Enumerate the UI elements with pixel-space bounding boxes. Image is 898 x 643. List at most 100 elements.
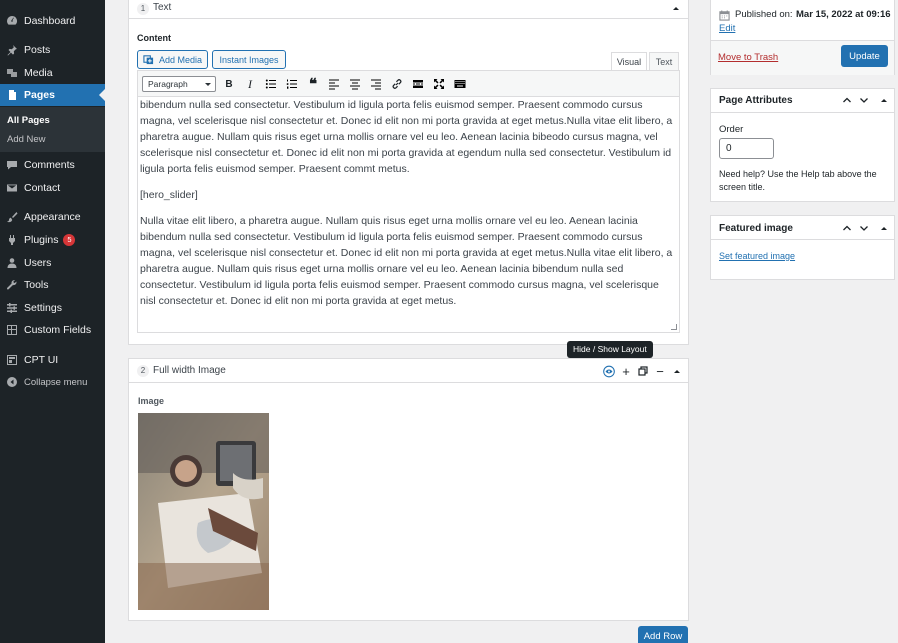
featured-image-box: Featured image Set featured image bbox=[710, 215, 895, 280]
media-add-icon bbox=[143, 54, 154, 65]
sidebar-item-tools[interactable]: Tools bbox=[0, 274, 105, 296]
add-icon[interactable]: + bbox=[620, 364, 632, 379]
chevron-up-icon[interactable] bbox=[842, 223, 852, 236]
row-number: 1 bbox=[137, 3, 149, 15]
order-label: Order bbox=[719, 124, 744, 135]
sidebar-item-label: CPT UI bbox=[24, 354, 59, 366]
move-to-trash-link[interactable]: Move to Trash bbox=[718, 52, 778, 63]
sidebar-item-label: Appearance bbox=[24, 211, 81, 223]
pages-icon bbox=[5, 89, 18, 102]
sidebar-item-label: Posts bbox=[24, 44, 51, 56]
chevron-down-icon[interactable] bbox=[859, 95, 869, 108]
sidebar-item-media[interactable]: Media bbox=[0, 62, 105, 84]
sidebar-item-pages[interactable]: Pages bbox=[0, 84, 105, 106]
publish-box: Published on: Mar 15, 2022 at 09:16 Edit… bbox=[710, 0, 895, 75]
bullet-list-icon[interactable] bbox=[264, 77, 278, 91]
row-number: 2 bbox=[137, 365, 149, 377]
collapse-icon bbox=[5, 376, 18, 389]
published-label: Published on: bbox=[735, 9, 793, 20]
sidebar-item-contact[interactable]: Contact bbox=[0, 177, 105, 199]
settings-icon bbox=[5, 302, 18, 315]
sidebar-item-users[interactable]: Users bbox=[0, 252, 105, 274]
box-header[interactable]: Page Attributes bbox=[711, 89, 894, 113]
sidebar-item-label: Comments bbox=[24, 159, 75, 171]
sidebar-item-cpt-ui[interactable]: CPT UI bbox=[0, 349, 105, 371]
bold-icon[interactable]: B bbox=[222, 77, 236, 91]
calendar-icon bbox=[719, 9, 730, 24]
toolbar-toggle-icon[interactable] bbox=[453, 77, 467, 91]
toggle-panel-icon[interactable] bbox=[881, 99, 887, 102]
editor-content[interactable]: bibendum nulla sed consectetur. Vestibul… bbox=[138, 97, 679, 320]
content-label: Content bbox=[137, 33, 171, 43]
update-count-badge: 5 bbox=[63, 234, 76, 246]
add-media-button[interactable]: Add Media bbox=[137, 50, 208, 69]
toggle-panel-icon[interactable] bbox=[881, 227, 887, 230]
tab-text[interactable]: Text bbox=[649, 52, 679, 71]
submenu-all-pages[interactable]: All Pages bbox=[7, 115, 50, 126]
sidebar-item-custom-fields[interactable]: Custom Fields bbox=[0, 319, 105, 341]
media-icon bbox=[5, 67, 18, 80]
editor-resize-handle[interactable] bbox=[671, 324, 677, 330]
brush-icon bbox=[5, 211, 18, 224]
tab-visual[interactable]: Visual bbox=[611, 52, 647, 71]
order-input[interactable]: 0 bbox=[719, 138, 774, 159]
users-icon bbox=[5, 257, 18, 270]
read-more-icon[interactable] bbox=[411, 77, 425, 91]
chevron-up-icon[interactable] bbox=[842, 95, 852, 108]
box-title: Featured image bbox=[719, 223, 793, 234]
collapse-row-icon[interactable] bbox=[673, 7, 679, 10]
hide-show-layout-tooltip: Hide / Show Layout bbox=[567, 341, 653, 362]
sidebar-item-comments[interactable]: Comments bbox=[0, 154, 105, 176]
sidebar-item-settings[interactable]: Settings bbox=[0, 297, 105, 319]
content-paragraph: bibendum nulla sed consectetur. Vestibul… bbox=[140, 99, 673, 175]
sidebar-item-appearance[interactable]: Appearance bbox=[0, 206, 105, 228]
set-featured-image-link[interactable]: Set featured image bbox=[719, 251, 795, 261]
sidebar-collapse-menu[interactable]: Collapse menu bbox=[0, 371, 105, 393]
update-button[interactable]: Update bbox=[841, 45, 888, 67]
duplicate-icon[interactable] bbox=[637, 365, 649, 377]
sidebar-item-label: Settings bbox=[24, 302, 62, 314]
sidebar-item-label: Media bbox=[24, 67, 53, 79]
instant-images-button[interactable]: Instant Images bbox=[212, 50, 286, 69]
edit-date-link[interactable]: Edit bbox=[719, 23, 735, 34]
sidebar-item-label: Pages bbox=[24, 89, 55, 101]
collapse-row-icon[interactable] bbox=[674, 370, 680, 373]
tinymce-editor: Paragraph B I ❝ bibendum nulla sed conse… bbox=[137, 70, 680, 333]
row-title: Full width Image bbox=[153, 365, 226, 376]
box-header[interactable]: Featured image bbox=[711, 216, 894, 240]
link-icon[interactable] bbox=[390, 77, 404, 91]
numbered-list-icon[interactable] bbox=[285, 77, 299, 91]
submenu-add-new[interactable]: Add New bbox=[7, 134, 46, 145]
align-right-icon[interactable] bbox=[369, 77, 383, 91]
image-thumbnail[interactable] bbox=[138, 413, 269, 610]
layout-row-full-width-image: 2 Full width Image + − Image bbox=[128, 358, 689, 621]
add-row-button[interactable]: Add Row bbox=[638, 626, 688, 643]
remove-icon[interactable]: − bbox=[654, 364, 666, 379]
italic-icon[interactable]: I bbox=[243, 77, 257, 91]
add-media-label: Add Media bbox=[158, 54, 203, 65]
comments-icon bbox=[5, 159, 18, 172]
format-select[interactable]: Paragraph bbox=[142, 76, 216, 92]
box-title: Page Attributes bbox=[719, 95, 793, 106]
sidebar-item-posts[interactable]: Posts bbox=[0, 39, 105, 61]
grid-icon bbox=[5, 324, 18, 337]
fullscreen-icon[interactable] bbox=[432, 77, 446, 91]
pages-submenu: All Pages Add New bbox=[0, 107, 105, 152]
row-header[interactable]: 2 Full width Image + − bbox=[129, 359, 688, 383]
sidebar-item-plugins[interactable]: Plugins 5 bbox=[0, 229, 105, 251]
sidebar-item-label: Dashboard bbox=[24, 15, 76, 27]
content-shortcode: [hero_slider] bbox=[140, 189, 198, 201]
sidebar-item-dashboard[interactable]: Dashboard bbox=[0, 10, 105, 32]
mail-icon bbox=[5, 182, 18, 195]
eye-icon[interactable] bbox=[603, 365, 615, 377]
align-center-icon[interactable] bbox=[348, 77, 362, 91]
blockquote-icon[interactable]: ❝ bbox=[306, 77, 320, 93]
admin-sidebar: Dashboard Posts Media Pages All Pages Ad… bbox=[0, 0, 105, 643]
row-header[interactable]: 1 Text bbox=[129, 0, 688, 19]
chevron-down-icon[interactable] bbox=[859, 223, 869, 236]
editor-toolbar: Paragraph B I ❝ bbox=[138, 71, 679, 97]
sidebar-item-label: Contact bbox=[24, 182, 61, 194]
cpt-icon bbox=[5, 354, 18, 367]
sidebar-item-label: Tools bbox=[24, 279, 49, 291]
align-left-icon[interactable] bbox=[327, 77, 341, 91]
